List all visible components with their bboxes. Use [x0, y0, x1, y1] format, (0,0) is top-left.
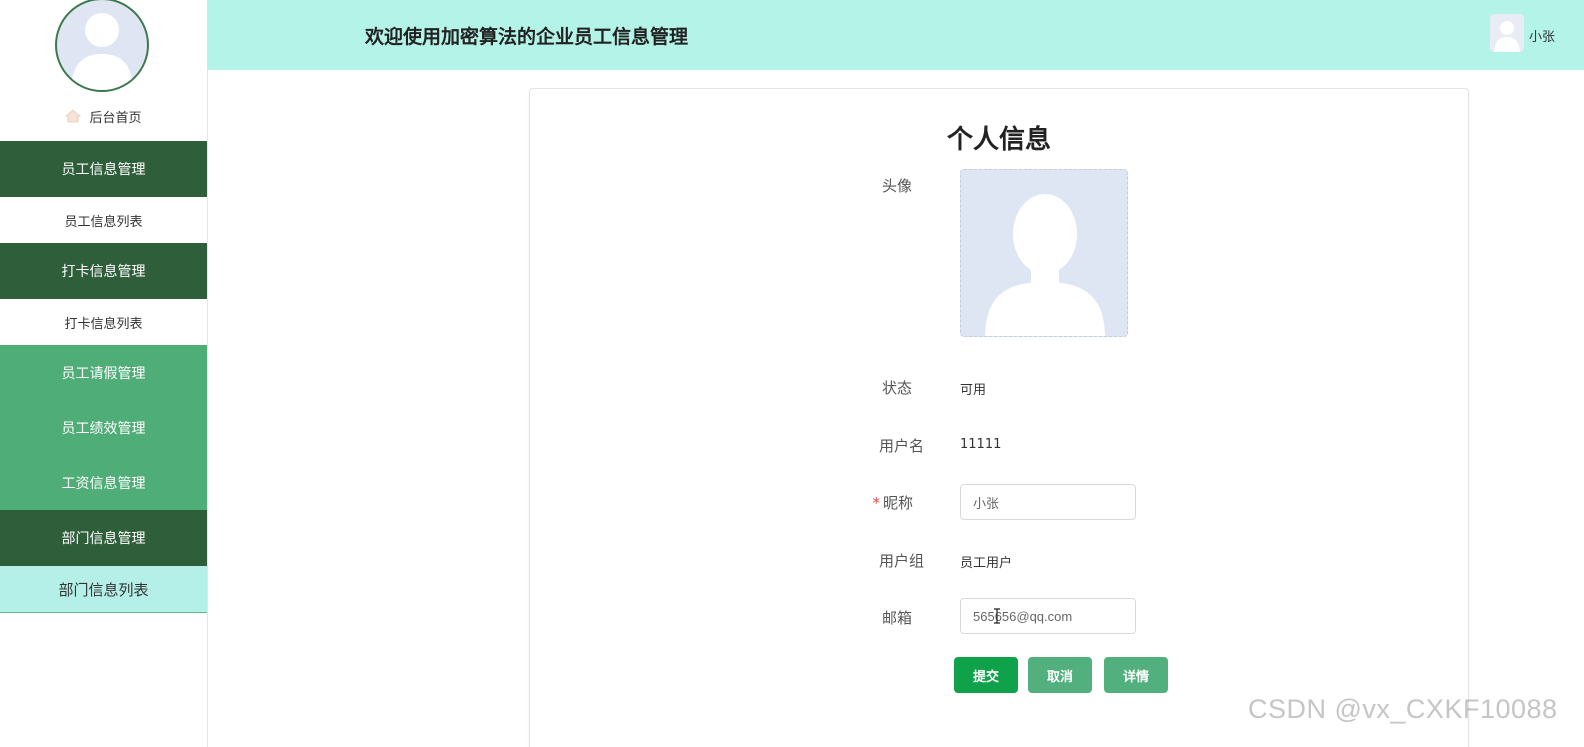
- sidebar-group-department[interactable]: 部门信息管理: [0, 510, 207, 566]
- sidebar-group-clockin-info[interactable]: 打卡信息管理: [0, 243, 207, 299]
- avatar-label: 头像: [881, 177, 912, 195]
- watermark: CSDN @vx_CXKF10088: [1248, 694, 1558, 724]
- sidebar-menu: 员工信息管理 员工信息列表 打卡信息管理 打卡信息列表 员工请假管理 员工绩效管…: [0, 141, 207, 613]
- sidebar-group-salary[interactable]: 工资信息管理: [0, 455, 207, 510]
- nickname-label-text: 昵称: [882, 494, 913, 512]
- nickname-input[interactable]: [960, 484, 1136, 520]
- profile-title: 个人信息: [946, 125, 1051, 155]
- cancel-button[interactable]: 取消: [1028, 657, 1092, 693]
- email-label: 邮箱: [881, 609, 912, 627]
- usergroup-value: 员工用户: [960, 556, 1013, 571]
- header-username[interactable]: 小张: [1529, 26, 1555, 45]
- user-silhouette-icon: [71, 13, 133, 90]
- required-mark: *: [872, 494, 880, 512]
- header-avatar[interactable]: [1490, 14, 1524, 52]
- user-silhouette-icon: [1494, 21, 1520, 52]
- profile-card: 个人信息 头像 状态 可用 用户名 11111 *昵称 用户组 员工用户 邮箱 …: [529, 88, 1469, 747]
- home-icon: [65, 109, 82, 123]
- detail-button[interactable]: 详情: [1104, 657, 1168, 693]
- text-cursor-icon: [994, 608, 1000, 624]
- sidebar-item-employee-info-list[interactable]: 员工信息列表: [0, 197, 207, 243]
- user-silhouette-icon: [985, 194, 1105, 336]
- usergroup-label: 用户组: [878, 552, 924, 570]
- sidebar-item-department-list[interactable]: 部门信息列表: [0, 566, 207, 613]
- sidebar: 后台首页 员工信息管理 员工信息列表 打卡信息管理 打卡信息列表 员工请假管理 …: [0, 0, 208, 747]
- submit-button[interactable]: 提交: [954, 657, 1018, 693]
- app-root: 后台首页 员工信息管理 员工信息列表 打卡信息管理 打卡信息列表 员工请假管理 …: [0, 0, 1584, 747]
- username-value: 11111: [960, 437, 1002, 452]
- sidebar-home-label: 后台首页: [89, 110, 142, 126]
- email-input[interactable]: [960, 598, 1136, 634]
- sidebar-home-link[interactable]: 后台首页: [0, 102, 207, 130]
- sidebar-item-clockin-info-list[interactable]: 打卡信息列表: [0, 299, 207, 345]
- sidebar-group-employee-info[interactable]: 员工信息管理: [0, 141, 207, 197]
- nickname-label: * 昵称: [793, 492, 913, 513]
- sidebar-avatar: [55, 0, 149, 92]
- status-value: 可用: [960, 383, 987, 398]
- top-header: 欢迎使用加密算法的企业员工信息管理 小张: [207, 0, 1584, 70]
- avatar-upload[interactable]: [960, 169, 1128, 337]
- status-label: 状态: [881, 379, 912, 397]
- sidebar-group-performance[interactable]: 员工绩效管理: [0, 400, 207, 455]
- username-label: 用户名: [878, 437, 924, 455]
- page-title: 欢迎使用加密算法的企业员工信息管理: [365, 26, 689, 48]
- sidebar-group-leave[interactable]: 员工请假管理: [0, 345, 207, 400]
